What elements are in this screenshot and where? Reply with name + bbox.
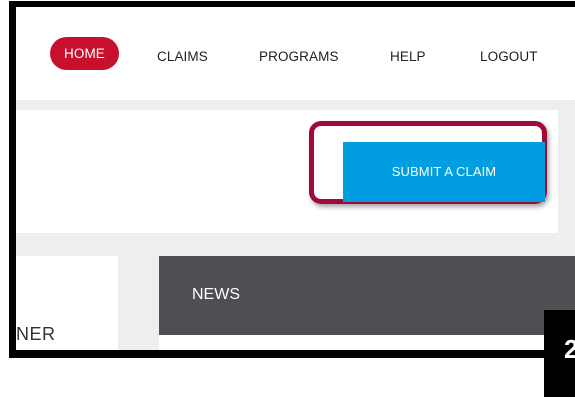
nav-claims[interactable]: CLAIMS bbox=[157, 46, 208, 68]
nav-logout[interactable]: LOGOUT bbox=[480, 46, 538, 68]
nav-help[interactable]: HELP bbox=[390, 46, 426, 68]
news-title: NEWS bbox=[192, 286, 240, 303]
news-card: NEWS bbox=[159, 256, 575, 350]
claim-banner: SUBMIT A CLAIM bbox=[16, 110, 558, 233]
nav-programs[interactable]: PROGRAMS bbox=[259, 46, 339, 68]
screenshot-stage: HOME CLAIMS PROGRAMS HELP LOGOUT SUBMIT … bbox=[0, 0, 575, 397]
left-card-heading: NER bbox=[16, 324, 56, 344]
top-navigation: HOME CLAIMS PROGRAMS HELP LOGOUT bbox=[16, 7, 575, 100]
corner-step-number: 2 bbox=[564, 334, 575, 364]
left-card: NER bbox=[16, 256, 118, 350]
news-header: NEWS bbox=[159, 256, 575, 335]
corner-step-tile: 2 bbox=[544, 310, 575, 397]
nav-home[interactable]: HOME bbox=[50, 37, 119, 70]
page-viewport: HOME CLAIMS PROGRAMS HELP LOGOUT SUBMIT … bbox=[16, 7, 575, 350]
submit-claim-button[interactable]: SUBMIT A CLAIM bbox=[343, 142, 545, 202]
screenshot-frame: HOME CLAIMS PROGRAMS HELP LOGOUT SUBMIT … bbox=[9, 1, 575, 358]
